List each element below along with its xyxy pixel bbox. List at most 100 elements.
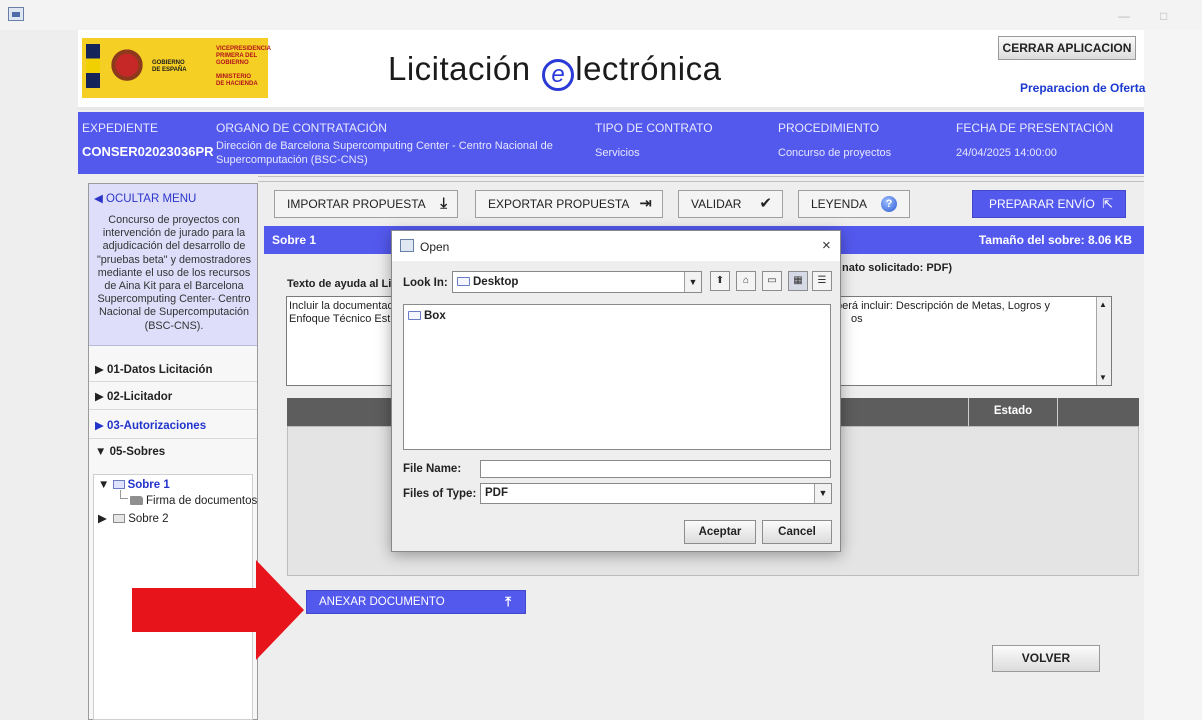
maximize-button[interactable]: □ [1160, 9, 1167, 23]
legend-label: LEYENDA [811, 197, 868, 211]
checkmark-icon: ✔ [759, 195, 772, 212]
export-label: EXPORTAR PROPUESTA [488, 197, 630, 211]
file-type-select[interactable]: PDF ▼ [480, 483, 832, 504]
sidebar-item-datos-licitacion[interactable]: ▶ 01-Datos Licitación [95, 362, 212, 376]
file-item[interactable]: Box [408, 310, 446, 322]
close-icon[interactable]: × [822, 237, 831, 254]
sidebar-item-sobres[interactable]: ▼ 05-Sobres [95, 446, 165, 458]
close-app-button[interactable]: CERRAR APLICACION [998, 36, 1136, 60]
scroll-up-icon[interactable]: ▲ [1099, 300, 1107, 309]
tree-node-sobre-2[interactable]: ▶ Sobre 2 [98, 511, 169, 525]
procedure-description: Concurso de proyectos con intervención d… [96, 214, 252, 332]
sidebar-summary: ◀ OCULTAR MENU Concurso de proyectos con… [89, 184, 257, 346]
details-view-button[interactable]: ☰ [812, 271, 832, 291]
tree-node-sobre-1[interactable]: ▼ Sobre 1 [98, 479, 170, 491]
expediente-header: EXPEDIENTE [82, 121, 159, 135]
fecha-header: FECHA DE PRESENTACIÓN [956, 121, 1114, 135]
java-app-icon [8, 7, 24, 21]
divider [258, 176, 1144, 182]
expediente-info-bar: EXPEDIENTE CONSER02023036PR ORGANO DE CO… [78, 112, 1144, 174]
red-arrow-icon [132, 560, 304, 660]
help-text-2a: Enfoque Técnico Est [289, 313, 391, 325]
hide-menu-button[interactable]: ◀ OCULTAR MENU [94, 191, 196, 205]
download-icon: ⤓ [440, 195, 447, 212]
help-text-2b: os [851, 313, 863, 325]
tree-node-firma[interactable]: Firma de documentos [130, 495, 257, 507]
file-name: Box [424, 310, 446, 322]
file-name-input[interactable] [480, 460, 831, 478]
back-button[interactable]: VOLVER [992, 645, 1100, 672]
attach-document-button[interactable]: ANEXAR DOCUMENTO ⤒ [306, 590, 526, 614]
tree-connector [120, 490, 128, 499]
envelope-icon [113, 514, 126, 523]
folder-icon [408, 311, 421, 320]
logo-gov-1: GOBIERNO [152, 60, 185, 66]
cancel-button[interactable]: Cancel [762, 520, 832, 544]
help-text-1a: Incluir la documentac [289, 300, 393, 312]
accept-button[interactable]: Aceptar [684, 520, 756, 544]
file-type-label: Files of Type: [403, 488, 476, 500]
folder-icon [130, 496, 143, 505]
text-scrollbar[interactable]: ▲ ▼ [1096, 297, 1111, 385]
prepare-send-button[interactable]: PREPARAR ENVÍO ⇱ [972, 190, 1126, 218]
file-name-label: File Name: [403, 463, 461, 475]
help-text-label: Texto de ayuda al Lic [287, 278, 398, 290]
organo-value-1: Dirección de Barcelona Supercomputing Ce… [216, 140, 553, 152]
new-folder-button[interactable]: ▭ [762, 271, 782, 291]
export-proposal-button[interactable]: EXPORTAR PROPUESTA ⇥ [475, 190, 663, 218]
file-type-value: PDF [485, 487, 508, 499]
folder-icon [457, 277, 470, 286]
sidebar-divider [89, 381, 257, 382]
list-view-button[interactable]: ▦ [788, 271, 808, 291]
dialog-titlebar [392, 231, 840, 261]
scroll-down-icon[interactable]: ▼ [1099, 373, 1107, 382]
look-in-label: Look In: [403, 277, 448, 289]
export-icon: ⇥ [639, 195, 652, 212]
legend-button[interactable]: LEYENDA ? [798, 190, 910, 218]
help-icon: ? [881, 196, 897, 212]
look-in-text: Look In: [403, 277, 448, 289]
collapse-icon[interactable]: ▶ [98, 513, 113, 525]
tipo-value: Servicios [595, 147, 640, 159]
minimize-button[interactable]: — [1118, 9, 1130, 23]
sidebar-divider [89, 438, 257, 439]
title-part-1: Licitación [388, 50, 531, 87]
logo-min-2: DE HACIENDA [216, 81, 258, 87]
sidebar-item-autorizaciones[interactable]: ▶ 03-Autorizaciones [95, 418, 206, 432]
gobierno-logo: GOBIERNO DE ESPAÑA VICEPRESIDENCIA PRIME… [82, 38, 271, 98]
procedimiento-value: Concurso de proyectos [778, 147, 892, 159]
column-estado[interactable]: Estado [968, 398, 1058, 426]
mode-link[interactable]: Preparacion de Oferta [1020, 81, 1145, 95]
import-proposal-button[interactable]: IMPORTAR PROPUESTA ⤓ [274, 190, 458, 218]
import-label: IMPORTAR PROPUESTA [287, 197, 426, 211]
flag-stripe [86, 44, 100, 88]
expand-icon[interactable]: ▼ [98, 479, 113, 491]
e-logo-icon: e [542, 59, 575, 91]
dialog-title: Open [420, 240, 450, 254]
title-part-2: lectrónica [575, 50, 722, 87]
format-label: nato solicitado: PDF) [842, 262, 952, 274]
home-button[interactable]: ⌂ [736, 271, 756, 291]
window-titlebar [0, 0, 1202, 30]
look-in-select[interactable]: Desktop ▼ [452, 271, 702, 293]
chevron-down-icon[interactable]: ▼ [814, 484, 831, 503]
procedimiento-header: PROCEDIMIENTO [778, 121, 880, 135]
app-title: Licitación e lectrónica [388, 50, 721, 91]
tipo-header: TIPO DE CONTRATO [595, 121, 713, 135]
chevron-down-icon[interactable]: ▼ [684, 272, 701, 292]
file-type-label-text: Files of Type: [403, 488, 477, 500]
tree-label-sobre-1: Sobre 1 [127, 479, 170, 491]
up-folder-button[interactable]: ⬆ [710, 271, 730, 291]
file-list[interactable]: Box [403, 304, 831, 450]
upload-icon: ⤒ [505, 594, 511, 609]
envelope-icon [112, 480, 125, 489]
validate-button[interactable]: VALIDAR ✔ [678, 190, 783, 218]
sidebar-divider [89, 409, 257, 410]
attach-label: ANEXAR DOCUMENTO [319, 596, 445, 608]
sidebar-item-licitador[interactable]: ▶ 02-Licitador [95, 389, 172, 403]
java-app-icon [400, 239, 414, 252]
help-text-1b: berá incluir: Descripción de Metas, Logr… [836, 300, 1050, 312]
logo-min-1: MINISTERIO [216, 74, 252, 80]
file-name-label-text: File Name: [403, 463, 462, 475]
expediente-value: CONSER02023036PR [82, 144, 214, 159]
